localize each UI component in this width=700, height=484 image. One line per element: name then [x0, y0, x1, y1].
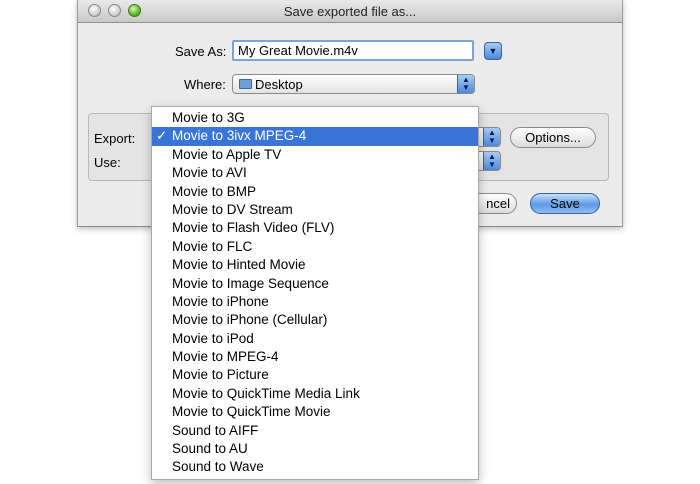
- menu-item-label: Movie to QuickTime Movie: [172, 404, 331, 420]
- menu-item[interactable]: Movie to FLC: [152, 238, 478, 256]
- where-select[interactable]: Desktop ▲ ▼: [232, 74, 475, 94]
- menu-item[interactable]: Movie to Image Sequence: [152, 275, 478, 293]
- menu-item-label: Movie to Picture: [172, 367, 269, 383]
- menu-item-label: Movie to Hinted Movie: [172, 257, 306, 273]
- where-value: Desktop: [255, 77, 303, 92]
- menu-item[interactable]: Movie to QuickTime Movie: [152, 403, 478, 421]
- menu-item[interactable]: Movie to iPhone: [152, 293, 478, 311]
- menu-item-label: Movie to Apple TV: [172, 146, 282, 162]
- where-label: Where:: [184, 77, 226, 92]
- menu-item[interactable]: Movie to MPEG-4: [152, 348, 478, 366]
- menu-item-label: Movie to iPod: [172, 330, 254, 346]
- menu-item[interactable]: Movie to Flash Video (FLV): [152, 219, 478, 237]
- menu-item-label: Movie to FLC: [172, 238, 253, 254]
- updown-arrows-icon: ▲ ▼: [483, 152, 500, 170]
- title-bar: Save exported file as...: [78, 0, 622, 23]
- window-title: Save exported file as...: [283, 4, 417, 19]
- checkmark-icon: ✓: [156, 128, 168, 144]
- menu-item[interactable]: Movie to iPhone (Cellular): [152, 311, 478, 329]
- save-as-label: Save As:: [175, 44, 227, 59]
- menu-item-label: Movie to Flash Video (FLV): [172, 220, 335, 236]
- menu-item[interactable]: Movie to Picture: [152, 366, 478, 384]
- menu-item[interactable]: Movie to 3G: [152, 109, 478, 127]
- menu-item-label: Sound to Wave: [172, 459, 264, 475]
- menu-item-label: Sound to AIFF: [172, 422, 259, 438]
- updown-arrows-icon: ▲ ▼: [457, 75, 474, 93]
- export-format-menu: Movie to 3G ✓ Movie to 3ivx MPEG-4 Movie to…: [151, 106, 479, 480]
- menu-item-label: Movie to Image Sequence: [172, 275, 329, 291]
- menu-item-label: Movie to 3G: [172, 110, 245, 125]
- menu-item[interactable]: Movie to Hinted Movie: [152, 256, 478, 274]
- menu-item[interactable]: Movie to QuickTime Media Link: [152, 385, 478, 403]
- export-label: Export:: [94, 131, 136, 146]
- menu-item-label: Movie to iPhone: [172, 293, 269, 309]
- menu-item[interactable]: Sound to Wave: [152, 458, 478, 476]
- save-as-input[interactable]: My Great Movie.m4v: [232, 40, 474, 61]
- menu-item[interactable]: Sound to AIFF: [152, 422, 478, 440]
- menu-item[interactable]: ✓ Movie to 3ivx MPEG-4: [152, 127, 478, 146]
- menu-item-label: Movie to DV Stream: [172, 201, 293, 217]
- chevron-down-icon: ▼: [488, 46, 498, 56]
- menu-item[interactable]: Movie to iPod: [152, 330, 478, 348]
- menu-item-label: Movie to iPhone (Cellular): [172, 312, 328, 328]
- menu-item-label: Movie to QuickTime Media Link: [172, 385, 360, 401]
- save-button[interactable]: Save: [530, 193, 600, 214]
- menu-item[interactable]: Movie to DV Stream: [152, 201, 478, 219]
- menu-item[interactable]: Movie to Apple TV: [152, 146, 478, 164]
- use-label: Use:: [94, 155, 121, 170]
- menu-item-label: Movie to BMP: [172, 183, 257, 199]
- menu-item[interactable]: Movie to AVI: [152, 164, 478, 182]
- folder-icon: [239, 79, 252, 89]
- updown-arrows-icon: ▲ ▼: [483, 128, 500, 146]
- menu-item-label: Sound to AU: [172, 441, 248, 457]
- menu-item-label: Movie to MPEG-4: [172, 349, 279, 365]
- menu-item[interactable]: Sound to AU: [152, 440, 478, 458]
- expand-browser-button[interactable]: ▼: [484, 42, 502, 60]
- menu-item[interactable]: Movie to BMP: [152, 183, 478, 201]
- menu-item-label: Movie to AVI: [172, 165, 247, 181]
- options-button[interactable]: Options...: [510, 127, 596, 148]
- menu-item-label: Movie to 3ivx MPEG-4: [172, 128, 307, 144]
